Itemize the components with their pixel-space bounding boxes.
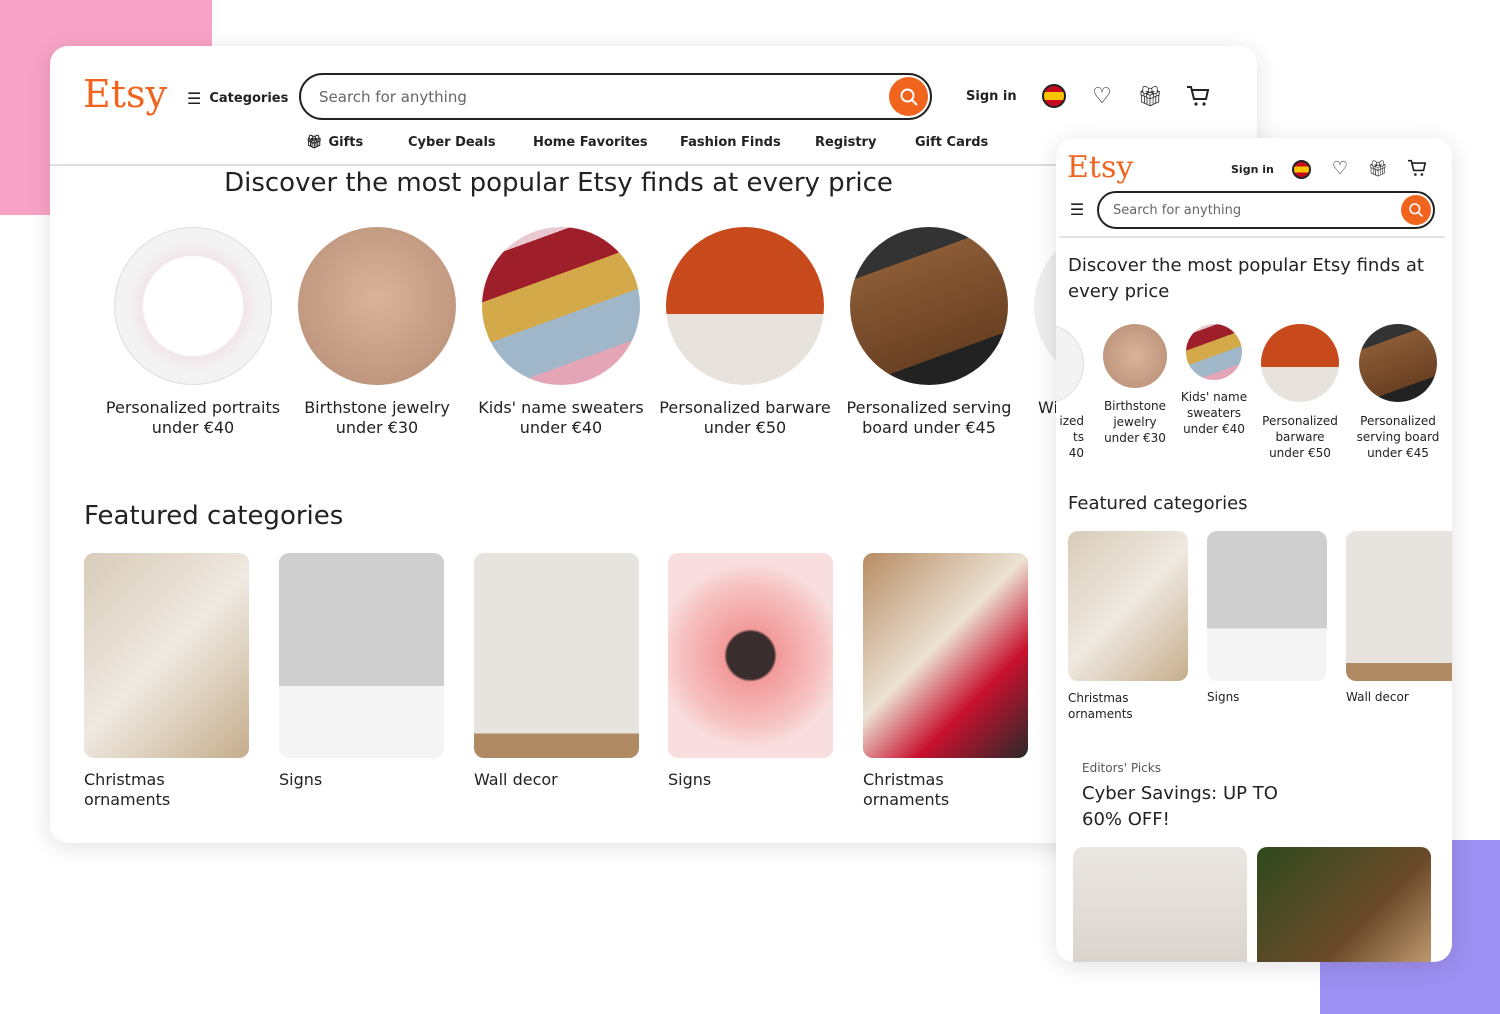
featured-image[interactable] bbox=[279, 553, 444, 758]
featured-image[interactable] bbox=[863, 553, 1028, 758]
find-image-barware[interactable] bbox=[1261, 324, 1339, 402]
find-image-portraits[interactable] bbox=[114, 227, 272, 385]
find-label[interactable]: Personalized barware under €50 bbox=[1256, 413, 1344, 461]
menu-icon: ☰ bbox=[187, 89, 202, 108]
page-title: Discover the most popular Etsy finds at … bbox=[1068, 255, 1424, 302]
nav-fashion-finds[interactable]: Fashion Finds bbox=[680, 135, 781, 150]
featured-label[interactable]: Christmas ornaments bbox=[863, 770, 1003, 810]
search-icon bbox=[900, 88, 918, 106]
featured-label[interactable]: Christmas ornaments bbox=[84, 770, 224, 810]
gift-icon[interactable]: 🎁︎ bbox=[1368, 158, 1388, 178]
find-label[interactable]: ized ts 40 bbox=[1056, 413, 1084, 461]
editors-pick-image[interactable] bbox=[1257, 847, 1431, 962]
find-label[interactable]: Birthstone jewelry under €30 bbox=[288, 398, 466, 438]
search-icon bbox=[1409, 203, 1423, 217]
find-label[interactable]: Personalized serving board under €45 bbox=[1354, 413, 1442, 461]
cart-icon[interactable] bbox=[1406, 158, 1428, 178]
featured-image[interactable] bbox=[1068, 531, 1188, 681]
featured-image[interactable] bbox=[474, 553, 639, 758]
find-label[interactable]: Kids' name sweaters under €40 bbox=[1178, 389, 1250, 437]
menu-icon[interactable]: ☰ bbox=[1068, 200, 1086, 219]
find-image-partial[interactable] bbox=[1056, 324, 1084, 404]
editors-picks-label: Editors' Picks bbox=[1082, 761, 1161, 775]
categories-button[interactable]: ☰ Categories bbox=[187, 89, 288, 108]
search-button[interactable] bbox=[1401, 195, 1431, 225]
nav-gift-cards[interactable]: Gift Cards bbox=[915, 135, 988, 150]
gift-icon[interactable]: 🎁︎ bbox=[1137, 84, 1162, 108]
region-flag-icon[interactable] bbox=[1292, 160, 1311, 179]
find-image-sweaters[interactable] bbox=[1186, 324, 1242, 380]
header-divider bbox=[1059, 236, 1445, 238]
find-label[interactable]: Kids' name sweaters under €40 bbox=[472, 398, 650, 438]
nav-registry[interactable]: Registry bbox=[815, 135, 876, 150]
featured-label[interactable]: Signs bbox=[279, 770, 322, 789]
find-label[interactable]: Personalized barware under €50 bbox=[656, 398, 834, 438]
featured-heading: Featured categories bbox=[84, 501, 344, 531]
featured-label[interactable]: Christmas ornaments bbox=[1068, 690, 1168, 722]
find-image-jewelry[interactable] bbox=[298, 227, 456, 385]
featured-image[interactable] bbox=[84, 553, 249, 758]
find-image-sweaters[interactable] bbox=[482, 227, 640, 385]
find-image-serving-board[interactable] bbox=[1359, 324, 1437, 402]
editors-pick-image[interactable] bbox=[1073, 847, 1247, 962]
find-label[interactable]: Personalized serving board under €45 bbox=[840, 398, 1018, 438]
editors-picks-title[interactable]: Cyber Savings: UP TO 60% OFF! bbox=[1082, 781, 1312, 833]
featured-image[interactable] bbox=[668, 553, 833, 758]
etsy-logo[interactable]: Etsy bbox=[1067, 150, 1133, 185]
heart-icon[interactable]: ♡ bbox=[1090, 84, 1114, 109]
find-label[interactable]: Birthstone jewelry under €30 bbox=[1100, 398, 1170, 446]
search-button[interactable] bbox=[889, 77, 928, 116]
sign-in-link[interactable]: Sign in bbox=[966, 89, 1017, 104]
mobile-screenshot: Etsy Sign in ♡ 🎁︎ ☰ Search for anything … bbox=[1056, 138, 1452, 962]
featured-heading: Featured categories bbox=[1068, 493, 1248, 514]
nav-cyber-deals[interactable]: Cyber Deals bbox=[408, 135, 496, 150]
cart-icon[interactable] bbox=[1185, 84, 1211, 108]
nav-gifts[interactable]: 🎁︎ Gifts bbox=[306, 135, 363, 150]
find-image-jewelry[interactable] bbox=[1103, 324, 1167, 388]
nav-home-favorites[interactable]: Home Favorites bbox=[533, 135, 648, 150]
heart-icon[interactable]: ♡ bbox=[1330, 158, 1350, 179]
find-image-barware[interactable] bbox=[666, 227, 824, 385]
featured-label[interactable]: Signs bbox=[668, 770, 711, 789]
gift-icon: 🎁︎ bbox=[306, 135, 323, 150]
sign-in-link[interactable]: Sign in bbox=[1231, 163, 1274, 176]
featured-label[interactable]: Wall decor bbox=[474, 770, 558, 789]
featured-image[interactable] bbox=[1207, 531, 1327, 681]
featured-image[interactable] bbox=[1346, 531, 1452, 681]
find-label[interactable]: Personalized portraits under €40 bbox=[104, 398, 282, 438]
search-input[interactable]: Search for anything bbox=[1097, 191, 1435, 229]
region-flag-icon[interactable] bbox=[1042, 84, 1066, 108]
search-input[interactable]: Search for anything bbox=[299, 73, 932, 120]
find-image-serving-board[interactable] bbox=[850, 227, 1008, 385]
featured-label[interactable]: Signs bbox=[1207, 690, 1239, 704]
featured-label[interactable]: Wall decor bbox=[1346, 690, 1409, 704]
etsy-logo[interactable]: Etsy bbox=[83, 72, 167, 116]
